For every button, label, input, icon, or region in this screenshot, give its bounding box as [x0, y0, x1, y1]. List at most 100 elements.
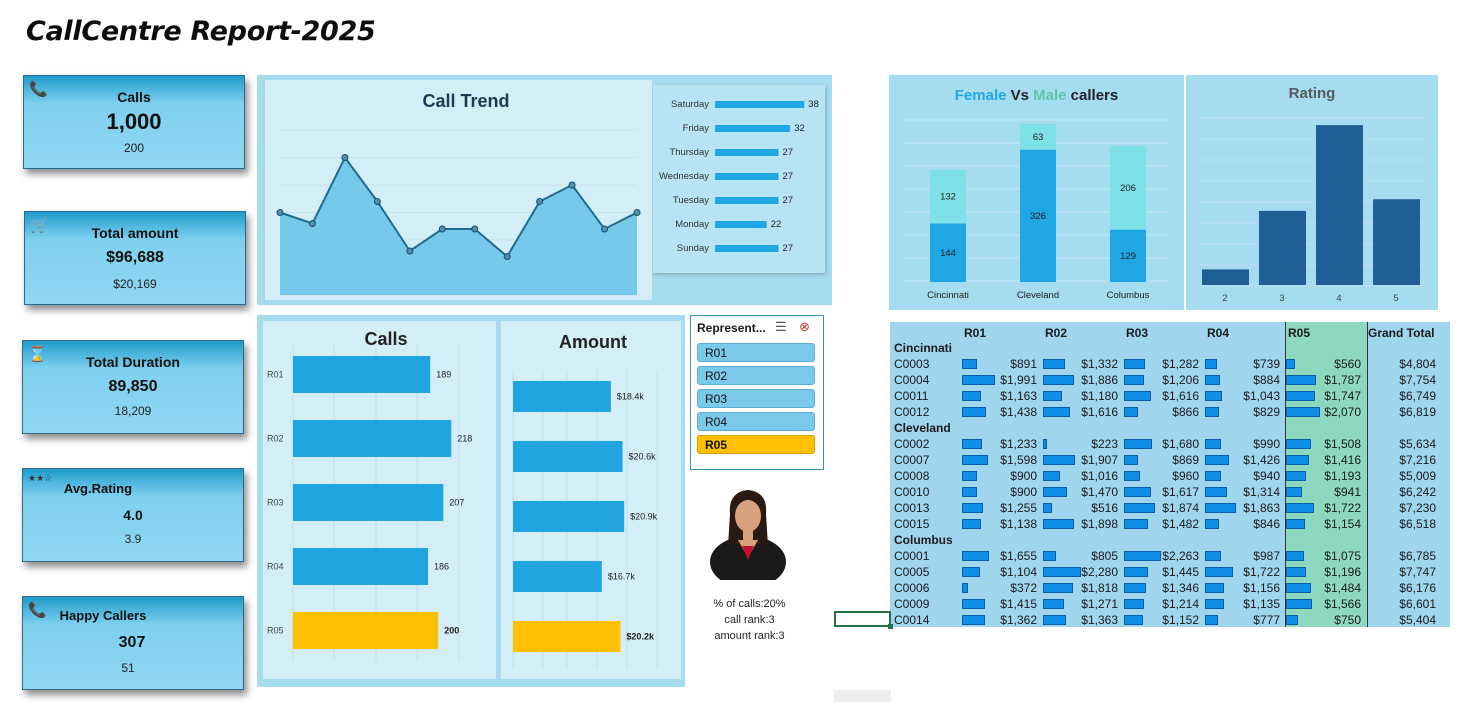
rating-bar	[1316, 125, 1363, 285]
data-bar	[1043, 391, 1063, 401]
call-trend-panel[interactable]: Call Trend Saturday 38 Friday 32 Thursday 27 W…	[257, 75, 832, 305]
kpi-value: $96,688	[106, 249, 164, 266]
column-header[interactable]: R05	[1288, 326, 1310, 340]
data-bar	[1205, 455, 1229, 465]
amount-cell: $987	[1253, 549, 1280, 563]
slicer-item-r03[interactable]: R03	[697, 389, 815, 408]
rep-value: 218	[457, 434, 472, 444]
table-row[interactable]: C0001 $1,655 $805 $2,263 $987 $1,075 $6,785	[890, 549, 1450, 565]
pivot-table[interactable]: R01 R02 R03 R04 R05 Grand Total Cincinnati C000…	[890, 322, 1450, 627]
amount-by-rep-chart: $18.4k $20.6k $20.9k $16.7k $20.2k	[512, 370, 658, 669]
grand-total-cell: $6,601	[1399, 597, 1436, 611]
amount-cell: $777	[1253, 613, 1280, 627]
data-bar	[1205, 615, 1218, 625]
gender-chart-panel[interactable]: Female Vs Male callers 144 132 Cincinnati 3…	[889, 75, 1184, 310]
weekday-value: 27	[782, 171, 793, 182]
kpi-label: Total amount	[91, 225, 179, 241]
weekday-bar	[715, 221, 767, 228]
rating-chart-panel[interactable]: Rating 2345	[1186, 75, 1438, 310]
calls-by-rep-chart: R01 189 R02 218 R03 207 R04 186 R05 200	[267, 345, 472, 660]
table-row[interactable]: C0005 $1,104 $2,280 $1,445 $1,722 $1,196 $7,74…	[890, 565, 1450, 581]
rating-label: 4	[1336, 293, 1341, 304]
table-row[interactable]: C0002 $1,233 $223 $1,680 $990 $1,508 $5,634	[890, 437, 1450, 453]
data-bar	[1124, 375, 1144, 385]
table-row[interactable]: C0011 $1,163 $1,180 $1,616 $1,043 $1,747 $6,74…	[890, 389, 1450, 405]
customer-id: C0012	[894, 405, 930, 419]
table-row[interactable]: C0013 $1,255 $516 $1,874 $1,863 $1,722 $7,230	[890, 501, 1450, 517]
column-header[interactable]: Grand Total	[1368, 326, 1434, 340]
amount-cell: $1,135	[1243, 597, 1280, 611]
amount-cell: $1,722	[1243, 565, 1280, 579]
rep-label: R02	[267, 434, 284, 444]
rep-value: 207	[449, 498, 464, 508]
gender-stacked-chart: 144 132 Cincinnati 326 63 Cleveland 129 206 Colu…	[903, 119, 1169, 301]
table-row[interactable]: C0006 $372 $1,818 $1,346 $1,156 $1,484 $6,176	[890, 581, 1450, 597]
amount-cell: $1,566	[1324, 597, 1361, 611]
slicer-item-r04[interactable]: R04	[697, 412, 815, 431]
multi-select-icon[interactable]: ☰	[775, 319, 787, 335]
kpi-label: Total Duration	[86, 354, 180, 370]
group-row[interactable]: Columbus	[890, 533, 1450, 549]
amount-cell: $1,616	[1081, 405, 1118, 419]
slicer-item-r05[interactable]: R05	[697, 435, 815, 454]
amount-cell: $1,991	[1000, 373, 1037, 387]
fill-handle[interactable]	[888, 624, 893, 629]
kpi-card-happy-callers: 📞 Happy Callers 307 51	[22, 596, 244, 690]
kpi-subvalue: 18,209	[114, 404, 152, 418]
slicer-item-r02[interactable]: R02	[697, 366, 815, 385]
customer-id: C0002	[894, 437, 930, 451]
kpi-value: 89,850	[108, 378, 158, 395]
trend-point	[536, 198, 544, 205]
data-bar	[962, 359, 977, 369]
rep-value: $16.7k	[608, 572, 636, 582]
slicer-item-r01[interactable]: R01	[697, 343, 815, 362]
data-bar	[1205, 359, 1218, 369]
data-bar	[1286, 503, 1315, 513]
weekday-bar	[715, 173, 779, 180]
column-header[interactable]: R03	[1126, 326, 1148, 340]
clear-filter-icon[interactable]: ⊗	[799, 319, 810, 335]
trend-point	[438, 225, 446, 233]
customer-id: C0003	[894, 357, 930, 371]
table-row[interactable]: C0008 $900 $1,016 $960 $940 $1,193 $5,009	[890, 469, 1450, 485]
data-bar	[962, 615, 985, 625]
grand-total-cell: $7,216	[1399, 453, 1436, 467]
table-row[interactable]: C0010 $900 $1,470 $1,617 $1,314 $941 $6,242	[890, 485, 1450, 501]
amount-cell: $1,271	[1081, 597, 1118, 611]
weekday-value: 27	[782, 195, 793, 206]
column-header[interactable]: R02	[1045, 326, 1067, 340]
representative-slicer[interactable]: Represent... ☰ ⊗ R01 R02 R03 R04 R05	[690, 315, 824, 470]
table-row[interactable]: C0003 $891 $1,332 $1,282 $739 $560 $4,804	[890, 357, 1450, 373]
data-bar	[1124, 583, 1147, 593]
data-bar	[962, 407, 986, 417]
data-bar	[1205, 503, 1236, 513]
amount-cell: $1,156	[1243, 581, 1280, 595]
table-row[interactable]: C0015 $1,138 $1,898 $1,482 $846 $1,154 $6,518	[890, 517, 1450, 533]
amount-cell: $866	[1172, 405, 1199, 419]
data-bar	[962, 599, 986, 609]
rep-label: R04	[267, 562, 284, 572]
customer-id: C0014	[894, 613, 930, 627]
table-row[interactable]: C0007 $1,598 $1,907 $869 $1,426 $1,416 $7,216	[890, 453, 1450, 469]
column-header[interactable]: R01	[964, 326, 986, 340]
rep-value: $20.6k	[629, 452, 657, 462]
grand-total-cell: $6,819	[1399, 405, 1436, 419]
table-row[interactable]: C0014 $1,362 $1,363 $1,152 $777 $750 $5,404	[890, 613, 1450, 629]
amount-cell: $1,016	[1081, 469, 1118, 483]
data-bar	[1205, 375, 1220, 385]
data-bar	[962, 455, 989, 465]
calls-amount-panel[interactable]: Calls Amount R01 189 R02 218 R03 207 R04 186 R05…	[257, 315, 685, 687]
selected-cell[interactable]	[834, 611, 891, 627]
group-row[interactable]: Cleveland	[890, 421, 1450, 437]
data-bar	[962, 551, 990, 561]
amount-cell: $1,206	[1162, 373, 1199, 387]
table-row[interactable]: C0009 $1,415 $1,271 $1,214 $1,135 $1,566 $6,60…	[890, 597, 1450, 613]
table-row[interactable]: C0012 $1,438 $1,616 $866 $829 $2,070 $6,819	[890, 405, 1450, 421]
data-bar	[1205, 391, 1223, 401]
column-header[interactable]: R04	[1207, 326, 1229, 340]
city-label: Cincinnati	[927, 290, 969, 301]
grand-total-cell: $5,009	[1399, 469, 1436, 483]
group-row[interactable]: Cincinnati	[890, 341, 1450, 357]
table-row[interactable]: C0004 $1,991 $1,886 $1,206 $884 $1,787 $7,754	[890, 373, 1450, 389]
kpi-value: 1,000	[106, 109, 162, 134]
